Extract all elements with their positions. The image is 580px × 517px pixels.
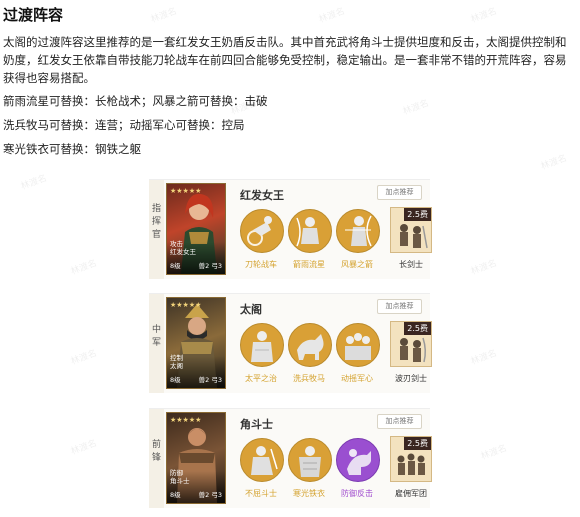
watermark: 林渡名 bbox=[317, 6, 347, 26]
archer-icon[interactable] bbox=[288, 209, 332, 253]
horse-icon[interactable] bbox=[288, 323, 332, 367]
swordsman-icon[interactable]: 2.5费 bbox=[390, 321, 432, 367]
lineup-description: 太阁的过渡阵容这里推荐的是一套红发女王奶盾反击队。其中首充武将角斗士提供坦度和反… bbox=[3, 35, 567, 85]
substitute-line-3: 寒光铁衣可替换：钢铁之躯 bbox=[3, 142, 141, 156]
watermark: 林渡名 bbox=[149, 6, 179, 26]
skill-label: 寒光铁衣 bbox=[293, 489, 325, 498]
watermark: 林渡名 bbox=[479, 443, 509, 463]
hero-stats: 兽2 弓3 bbox=[198, 376, 222, 384]
monk-icon[interactable] bbox=[240, 323, 284, 367]
bow-icon[interactable] bbox=[336, 209, 380, 253]
position-label: 前锋 bbox=[149, 409, 164, 508]
unit-cost: 2.5费 bbox=[404, 322, 431, 335]
skill-label: 洗兵牧马 bbox=[293, 374, 325, 383]
watermark: 林渡名 bbox=[69, 438, 99, 458]
unit-cost: 2.5费 bbox=[404, 208, 431, 221]
hero-card-vanguard: 前锋 ★★★★★ 防御 角斗士 8级 兽2 弓3 角斗士 加点推荐 不屈斗士 寒… bbox=[149, 408, 432, 508]
watermark: 林渡名 bbox=[469, 6, 499, 26]
skill-label: 防御反击 bbox=[341, 489, 373, 498]
position-label: 指挥官 bbox=[149, 180, 164, 279]
add-points-button[interactable]: 加点推荐 bbox=[377, 185, 422, 200]
hero-card-middle: 中军 ★★★★★ 控制 太阁 8级 兽2 弓3 太阁 加点推荐 太平之治 洗兵牧… bbox=[149, 293, 432, 393]
add-points-button[interactable]: 加点推荐 bbox=[377, 299, 422, 314]
skill-label: 刀轮战车 bbox=[245, 260, 277, 269]
skill-label: 太平之治 bbox=[245, 374, 277, 383]
counter-icon[interactable] bbox=[336, 438, 380, 482]
hero-stats: 兽2 弓3 bbox=[198, 262, 222, 270]
watermark: 林渡名 bbox=[69, 258, 99, 278]
skill-label: 风暴之箭 bbox=[341, 260, 373, 269]
portrait-name: 角斗士 bbox=[170, 477, 190, 485]
substitute-line-2: 洗兵牧马可替换：连营；动摇军心可替换：控局 bbox=[3, 118, 245, 132]
fighter-icon[interactable] bbox=[240, 438, 284, 482]
position-text: 指挥官 bbox=[151, 204, 161, 240]
hero-portrait[interactable]: ★★★★★ 攻击 红发女王 8级 兽2 弓3 bbox=[166, 183, 226, 275]
hero-level: 8级 bbox=[170, 491, 181, 499]
armor-icon[interactable] bbox=[288, 438, 332, 482]
hero-name: 红发女王 bbox=[240, 189, 284, 202]
unit-label: 雇佣军团 bbox=[395, 489, 427, 498]
watermark: 林渡名 bbox=[19, 173, 49, 193]
hero-name: 角斗士 bbox=[240, 418, 273, 431]
crowd-icon[interactable] bbox=[336, 323, 380, 367]
skill-label: 箭雨流星 bbox=[293, 260, 325, 269]
hero-portrait[interactable]: ★★★★★ 控制 太阁 8级 兽2 弓3 bbox=[166, 297, 226, 389]
hero-level: 8级 bbox=[170, 376, 181, 384]
unit-label: 波刃剑士 bbox=[395, 374, 427, 383]
position-text: 中军 bbox=[151, 325, 161, 348]
hero-card-commander: 指挥官 ★★★★★ 攻击 红发女王 8级 兽2 弓3 红发女王 加点推荐 刀轮战… bbox=[149, 179, 432, 279]
skill-label: 不屈斗士 bbox=[245, 489, 277, 498]
substitute-line-1: 箭雨流星可替换：长枪战术；风暴之箭可替换：击破 bbox=[3, 94, 268, 108]
unit-label: 长剑士 bbox=[399, 260, 423, 269]
skill-label: 动摇军心 bbox=[341, 374, 373, 383]
hero-name: 太阁 bbox=[240, 303, 262, 316]
hero-stats: 兽2 弓3 bbox=[198, 491, 222, 499]
watermark: 林渡名 bbox=[469, 348, 499, 368]
add-points-button[interactable]: 加点推荐 bbox=[377, 414, 422, 429]
star-rating: ★★★★★ bbox=[170, 416, 202, 424]
portrait-name: 太阁 bbox=[170, 362, 183, 370]
watermark: 林渡名 bbox=[539, 153, 569, 173]
portrait-name: 红发女王 bbox=[170, 248, 196, 256]
chariot-icon[interactable] bbox=[240, 209, 284, 253]
watermark: 林渡名 bbox=[69, 348, 99, 368]
mercenary-icon[interactable]: 2.5费 bbox=[390, 436, 432, 482]
star-rating: ★★★★★ bbox=[170, 301, 202, 309]
hero-level: 8级 bbox=[170, 262, 181, 270]
page-title: 过渡阵容 bbox=[3, 6, 64, 24]
unit-cost: 2.5费 bbox=[404, 437, 431, 450]
hero-portrait[interactable]: ★★★★★ 防御 角斗士 8级 兽2 弓3 bbox=[166, 412, 226, 504]
position-text: 前锋 bbox=[151, 440, 161, 463]
watermark: 林渡名 bbox=[469, 258, 499, 278]
star-rating: ★★★★★ bbox=[170, 187, 202, 195]
position-label: 中军 bbox=[149, 294, 164, 393]
swordsman-icon[interactable]: 2.5费 bbox=[390, 207, 432, 253]
watermark: 林渡名 bbox=[401, 98, 431, 118]
